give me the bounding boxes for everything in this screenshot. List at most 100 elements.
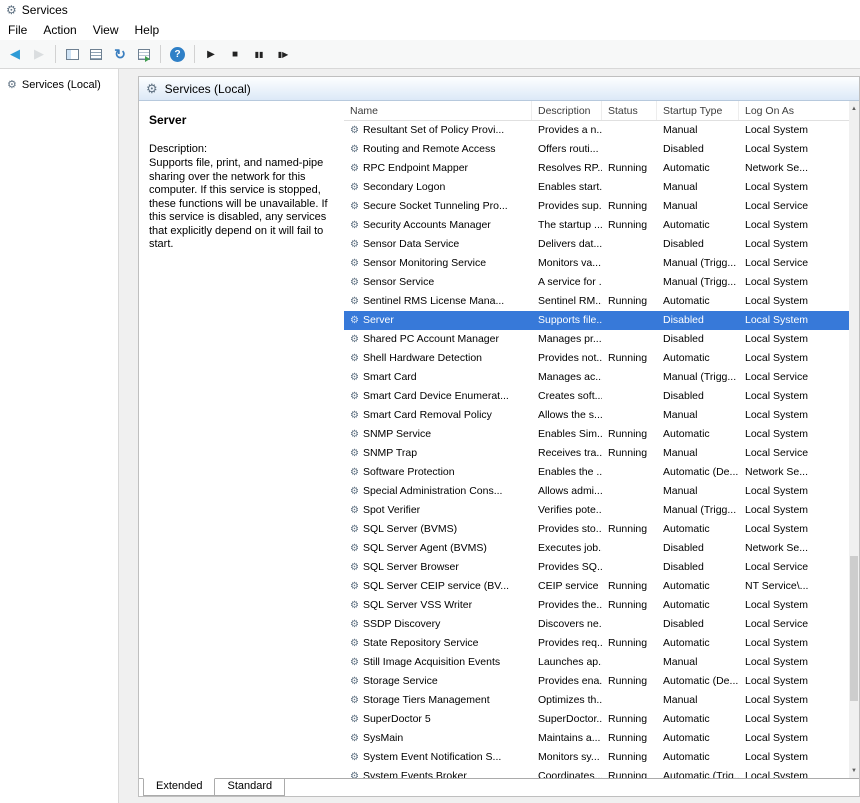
services-app-icon: ⚙ — [6, 4, 17, 16]
start-service-icon[interactable]: ▶ — [200, 43, 222, 65]
service-row[interactable]: ⚙Sensor Monitoring ServiceMonitors va...… — [344, 254, 849, 273]
service-gear-icon: ⚙ — [350, 753, 359, 763]
description-label: Description: — [149, 143, 334, 155]
service-row[interactable]: ⚙SNMP ServiceEnables Sim...RunningAutoma… — [344, 425, 849, 444]
service-row[interactable]: ⚙Shell Hardware DetectionProvides not...… — [344, 349, 849, 368]
service-row[interactable]: ⚙Smart CardManages ac...Manual (Trigg...… — [344, 368, 849, 387]
service-startup-type: Automatic — [657, 216, 739, 235]
service-gear-icon: ⚙ — [350, 126, 359, 136]
service-startup-type: Manual (Trigg... — [657, 254, 739, 273]
service-gear-icon: ⚙ — [350, 639, 359, 649]
service-gear-icon: ⚙ — [350, 316, 359, 326]
service-name-cell: ⚙Shell Hardware Detection — [344, 349, 532, 368]
restart-service-icon[interactable]: ▮▶ — [272, 43, 294, 65]
service-log-on-as: Local System — [739, 596, 849, 615]
scroll-up-arrow-icon[interactable]: ▲ — [849, 101, 859, 116]
service-gear-icon: ⚙ — [350, 202, 359, 212]
pause-service-icon[interactable]: ▮▮ — [248, 43, 270, 65]
service-status — [602, 140, 657, 159]
service-startup-type: Automatic — [657, 710, 739, 729]
tree-item-services-local[interactable]: ⚙ Services (Local) — [2, 77, 116, 93]
scroll-down-arrow-icon[interactable]: ▼ — [849, 763, 859, 778]
service-row[interactable]: ⚙Software ProtectionEnables the ...Autom… — [344, 463, 849, 482]
service-row[interactable]: ⚙SQL Server CEIP service (BV...CEIP serv… — [344, 577, 849, 596]
service-row[interactable]: ⚙System Events BrokerCoordinates...Runni… — [344, 767, 849, 778]
service-status: Running — [602, 292, 657, 311]
service-name: Secure Socket Tunneling Pro... — [363, 197, 508, 216]
service-description: Offers routi... — [532, 140, 602, 159]
service-row[interactable]: ⚙Routing and Remote AccessOffers routi..… — [344, 140, 849, 159]
column-header-name[interactable]: Name — [344, 101, 532, 120]
service-log-on-as: Local Service — [739, 444, 849, 463]
service-description: Allows admi... — [532, 482, 602, 501]
service-row[interactable]: ⚙Sensor ServiceA service for ...Manual (… — [344, 273, 849, 292]
service-description: Enables start... — [532, 178, 602, 197]
service-row[interactable]: ⚙Special Administration Cons...Allows ad… — [344, 482, 849, 501]
service-startup-type: Automatic — [657, 520, 739, 539]
service-startup-type: Disabled — [657, 140, 739, 159]
service-log-on-as: Local Service — [739, 558, 849, 577]
service-row[interactable]: ⚙Storage Tiers ManagementOptimizes th...… — [344, 691, 849, 710]
service-row[interactable]: ⚙Sensor Data ServiceDelivers dat...Disab… — [344, 235, 849, 254]
service-row[interactable]: ⚙System Event Notification S...Monitors … — [344, 748, 849, 767]
service-log-on-as: Local System — [739, 178, 849, 197]
results-header-label: Services (Local) — [165, 82, 251, 96]
service-row[interactable]: ⚙Secondary LogonEnables start...ManualLo… — [344, 178, 849, 197]
service-row[interactable]: ⚙Still Image Acquisition EventsLaunches … — [344, 653, 849, 672]
service-name-cell: ⚙Resultant Set of Policy Provi... — [344, 121, 532, 140]
column-header-log-on-as[interactable]: Log On As — [739, 101, 849, 120]
help-icon[interactable]: ? — [170, 47, 185, 62]
export-list-icon[interactable] — [133, 43, 155, 65]
service-row[interactable]: ⚙SQL Server VSS WriterProvides the...Run… — [344, 596, 849, 615]
service-row[interactable]: ⚙SNMP TrapReceives tra...RunningManualLo… — [344, 444, 849, 463]
service-row[interactable]: ⚙RPC Endpoint MapperResolves RP...Runnin… — [344, 159, 849, 178]
service-row[interactable]: ⚙SSDP DiscoveryDiscovers ne...DisabledLo… — [344, 615, 849, 634]
service-row[interactable]: ⚙Smart Card Device Enumerat...Creates so… — [344, 387, 849, 406]
service-description: Verifies pote... — [532, 501, 602, 520]
vertical-scrollbar[interactable]: ▲ ▼ — [849, 101, 859, 778]
menu-action[interactable]: Action — [35, 21, 84, 39]
forward-icon[interactable]: ▶ — [28, 43, 50, 65]
back-icon[interactable]: ◀ — [4, 43, 26, 65]
service-row[interactable]: ⚙Security Accounts ManagerThe startup ..… — [344, 216, 849, 235]
service-row[interactable]: ⚙Spot VerifierVerifies pote...Manual (Tr… — [344, 501, 849, 520]
service-description: Monitors va... — [532, 254, 602, 273]
service-row[interactable]: ⚙SQL Server Agent (BVMS)Executes job...D… — [344, 539, 849, 558]
service-row[interactable]: ⚙Secure Socket Tunneling Pro...Provides … — [344, 197, 849, 216]
service-status — [602, 482, 657, 501]
service-row[interactable]: ⚙SQL Server BrowserProvides SQ...Disable… — [344, 558, 849, 577]
service-row[interactable]: ⚙State Repository ServiceProvides req...… — [344, 634, 849, 653]
service-row[interactable]: ⚙Sentinel RMS License Mana...Sentinel RM… — [344, 292, 849, 311]
tab-standard[interactable]: Standard — [214, 779, 285, 796]
column-header-description[interactable]: Description — [532, 101, 602, 120]
column-header-startup-type[interactable]: Startup Type — [657, 101, 739, 120]
stop-service-icon[interactable]: ■ — [224, 43, 246, 65]
show-console-tree-icon[interactable] — [61, 43, 83, 65]
service-row[interactable]: ⚙SQL Server (BVMS)Provides sto...Running… — [344, 520, 849, 539]
service-row[interactable]: ⚙Resultant Set of Policy Provi...Provide… — [344, 121, 849, 140]
service-startup-type: Disabled — [657, 539, 739, 558]
service-log-on-as: Local System — [739, 425, 849, 444]
service-name: System Event Notification S... — [363, 748, 501, 767]
menu-file[interactable]: File — [0, 21, 35, 39]
service-name: SQL Server (BVMS) — [363, 520, 457, 539]
service-row[interactable]: ⚙SuperDoctor 5SuperDoctor...RunningAutom… — [344, 710, 849, 729]
service-name-cell: ⚙Spot Verifier — [344, 501, 532, 520]
service-name-cell: ⚙Smart Card Removal Policy — [344, 406, 532, 425]
refresh-icon[interactable]: ↻ — [109, 43, 131, 65]
service-row[interactable]: ⚙Smart Card Removal PolicyAllows the s..… — [344, 406, 849, 425]
service-name-cell: ⚙SNMP Service — [344, 425, 532, 444]
column-header-status[interactable]: Status — [602, 101, 657, 120]
service-row[interactable]: ⚙Storage ServiceProvides ena...RunningAu… — [344, 672, 849, 691]
properties-icon[interactable] — [85, 43, 107, 65]
service-status: Running — [602, 425, 657, 444]
service-row[interactable]: ⚙Shared PC Account ManagerManages pr...D… — [344, 330, 849, 349]
tab-extended[interactable]: Extended — [143, 778, 215, 796]
service-gear-icon: ⚙ — [350, 297, 359, 307]
menu-view[interactable]: View — [85, 21, 127, 39]
service-log-on-as: Local System — [739, 691, 849, 710]
service-row[interactable]: ⚙SysMainMaintains a...RunningAutomaticLo… — [344, 729, 849, 748]
menu-help[interactable]: Help — [127, 21, 168, 39]
service-row[interactable]: ⚙ServerSupports file...DisabledLocal Sys… — [344, 311, 849, 330]
scrollbar-thumb[interactable] — [850, 556, 858, 701]
